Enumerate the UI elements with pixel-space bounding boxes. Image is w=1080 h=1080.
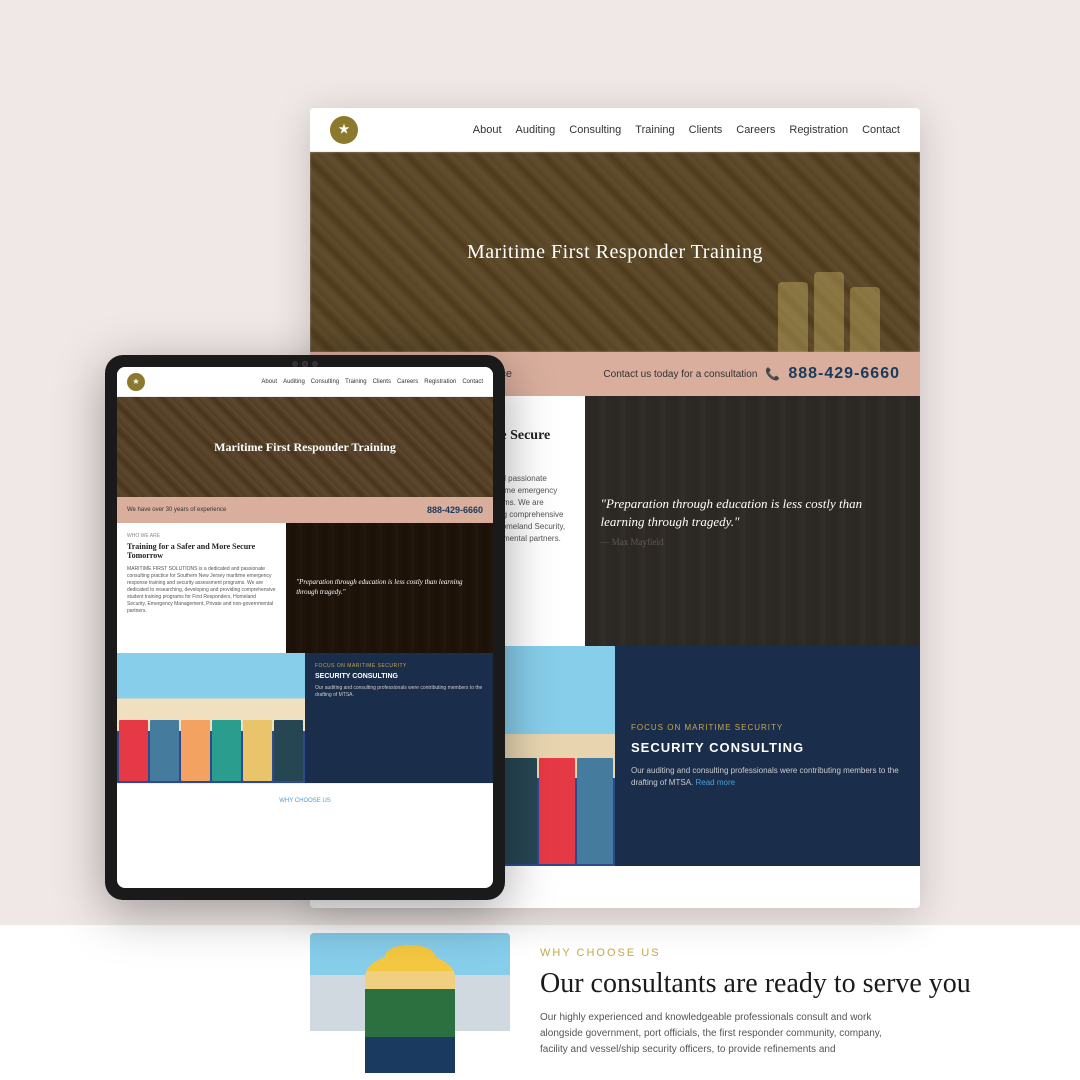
nav-about[interactable]: About [473, 124, 502, 136]
tablet-hero: Maritime First Responder Training [117, 397, 493, 497]
tablet-nav-consulting[interactable]: Consulting [311, 379, 339, 385]
tablet-phone[interactable]: 888-429-6660 [427, 505, 483, 515]
tablet-mockup: ★ About Auditing Consulting Training Cli… [105, 355, 505, 900]
nav-training[interactable]: Training [635, 124, 674, 136]
phone-icon: 📞 [765, 367, 780, 382]
desktop-security-text: FOCUS ON MARITIME SECURITY SECURITY CONS… [615, 646, 920, 866]
focus-label: FOCUS ON MARITIME SECURITY [631, 723, 904, 732]
tablet-experience-text: We have over 30 years of experience [127, 507, 226, 513]
worker-figure [365, 953, 455, 1073]
tablet-quote-section: "Preparation through education is less c… [286, 523, 493, 653]
tablet-camera [292, 361, 318, 367]
tablet-quote-text: "Preparation through education is less c… [296, 578, 483, 598]
nav-clients[interactable]: Clients [689, 124, 723, 136]
cta-contact-text: Contact us today for a consultation [603, 369, 757, 380]
why-choose-us-body: Our highly experienced and knowledgeable… [540, 1010, 900, 1058]
quote-text: "Preparation through education is less c… [601, 495, 905, 531]
tablet-nav-about[interactable]: About [261, 379, 277, 385]
tablet-nav-auditing[interactable]: Auditing [283, 379, 305, 385]
tablet-who-we-are: WHO WE ARE Training for a Safer and More… [117, 523, 286, 653]
desktop-hero: Maritime First Responder Training [310, 152, 920, 352]
camera-dot-3 [312, 361, 318, 367]
why-choose-us-section: WHY CHOOSE US Our consultants are ready … [540, 947, 1080, 1059]
tablet-nav-careers[interactable]: Careers [397, 379, 418, 385]
tablet-security-heading: SECURITY CONSULTING [315, 673, 483, 680]
nav-contact[interactable]: Contact [862, 124, 900, 136]
desktop-nav: ★ About Auditing Consulting Training Cli… [310, 108, 920, 152]
cta-right: Contact us today for a consultation 📞 88… [603, 365, 900, 383]
tablet-who-body: MARITIME FIRST SOLUTIONS is a dedicated … [127, 566, 276, 615]
tablet-nav-clients[interactable]: Clients [373, 379, 391, 385]
nav-consulting[interactable]: Consulting [569, 124, 621, 136]
security-body: Our auditing and consulting professional… [631, 765, 904, 789]
tablet-who-label: WHO WE ARE [127, 533, 276, 539]
tablet-security-text: FOCUS ON MARITIME SECURITY SECURITY CONS… [305, 653, 493, 783]
nav-auditing[interactable]: Auditing [516, 124, 556, 136]
why-choose-us-heading: Our consultants are ready to serve you [540, 967, 1020, 1001]
tablet-nav-training[interactable]: Training [345, 379, 366, 385]
tablet-hero-title: Maritime First Responder Training [214, 440, 396, 455]
nav-registration[interactable]: Registration [789, 124, 848, 136]
tablet-security-row: FOCUS ON MARITIME SECURITY SECURITY CONS… [117, 653, 493, 783]
tablet-logo: ★ [127, 373, 145, 391]
tablet-screen: ★ About Auditing Consulting Training Cli… [117, 367, 493, 888]
desktop-quote-section: "Preparation through education is less c… [585, 396, 921, 646]
security-read-more[interactable]: Read more [695, 778, 735, 787]
security-heading: SECURITY CONSULTING [631, 740, 904, 755]
tablet-why-choose-us-link[interactable]: WHY CHOOSE US [279, 798, 331, 804]
tablet-footer: WHY CHOOSE US [117, 783, 493, 812]
desktop-logo: ★ [330, 116, 358, 144]
worker-helmet [385, 945, 435, 967]
tablet-nav-links: About Auditing Consulting Training Clien… [261, 379, 483, 385]
tablet-security-image [117, 653, 305, 783]
tablet-safer-heading: Training for a Safer and More Secure Tom… [127, 542, 276, 560]
camera-dot-1 [292, 361, 298, 367]
nav-careers[interactable]: Careers [736, 124, 775, 136]
tablet-nav-contact[interactable]: Contact [462, 379, 483, 385]
desktop-hero-title: Maritime First Responder Training [467, 241, 763, 264]
tablet-content-row: WHO WE ARE Training for a Safer and More… [117, 523, 493, 653]
hero-figures [778, 272, 880, 352]
camera-dot-2 [302, 361, 308, 367]
tablet-security-body: Our auditing and consulting professional… [315, 685, 483, 699]
bottom-section: WHY CHOOSE US Our consultants are ready … [0, 925, 1080, 1080]
desktop-phone-number[interactable]: 888-429-6660 [788, 365, 900, 383]
desktop-nav-links: About Auditing Consulting Training Clien… [473, 124, 900, 136]
worker-photo [310, 933, 510, 1073]
tablet-nav: ★ About Auditing Consulting Training Cli… [117, 367, 493, 397]
tablet-nav-registration[interactable]: Registration [424, 379, 456, 385]
tablet-cta-bar: We have over 30 years of experience 888-… [117, 497, 493, 523]
why-choose-us-label: WHY CHOOSE US [540, 947, 1020, 959]
tablet-focus-label: FOCUS ON MARITIME SECURITY [315, 663, 483, 669]
